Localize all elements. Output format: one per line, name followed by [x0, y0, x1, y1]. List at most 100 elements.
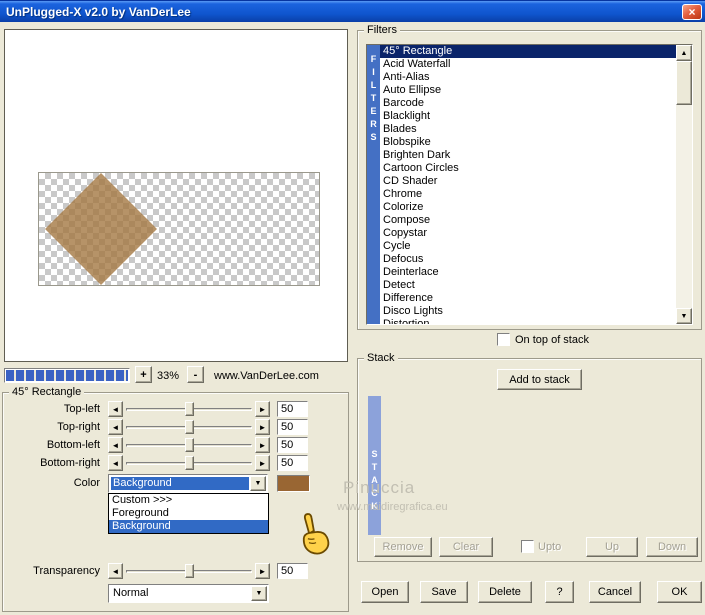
- save-label: Save: [431, 586, 457, 598]
- scroll-down-icon: ▼: [680, 312, 688, 320]
- filter-item[interactable]: Blobspike: [380, 136, 676, 149]
- filters-strip-letters: FILTERS: [367, 45, 380, 324]
- combo-dropdown-icon[interactable]: ▼: [250, 476, 266, 491]
- clear-button[interactable]: Clear: [439, 537, 493, 557]
- preview-image[interactable]: [38, 172, 320, 286]
- bottom-right-slider[interactable]: [124, 455, 254, 471]
- delete-label: Delete: [489, 586, 521, 598]
- vendor-website-link[interactable]: www.VanDerLee.com: [214, 370, 319, 382]
- bottom-right-value-field[interactable]: [277, 455, 308, 471]
- bottom-left-value-field[interactable]: [277, 437, 308, 453]
- filters-scrollbar[interactable]: ▲ ▼: [676, 45, 692, 324]
- ok-button[interactable]: OK: [657, 581, 702, 603]
- filter-item[interactable]: Distortion: [380, 318, 676, 324]
- bottom-right-decrement-button[interactable]: ◄: [108, 455, 123, 471]
- transparency-decrement-button[interactable]: ◄: [108, 563, 123, 579]
- filter-item[interactable]: Disco Lights: [380, 305, 676, 318]
- filter-item[interactable]: Compose: [380, 214, 676, 227]
- strip-letter: R: [370, 119, 377, 129]
- scrollbar-thumb[interactable]: [676, 61, 692, 105]
- filter-item[interactable]: Detect: [380, 279, 676, 292]
- top-left-value-field[interactable]: [277, 401, 308, 417]
- filter-item[interactable]: Cartoon Circles: [380, 162, 676, 175]
- top-left-slider[interactable]: [124, 401, 254, 417]
- add-to-stack-button[interactable]: Add to stack: [497, 369, 582, 390]
- bottom-left-increment-button[interactable]: ►: [255, 437, 270, 453]
- top-right-decrement-button[interactable]: ◄: [108, 419, 123, 435]
- color-option-background[interactable]: Background: [109, 520, 268, 533]
- slider-row-bottom-right: Bottom-right ◄ ►: [0, 455, 350, 472]
- cancel-button[interactable]: Cancel: [589, 581, 641, 603]
- progress-bar: [4, 368, 130, 383]
- slider-thumb[interactable]: [185, 438, 194, 452]
- remove-button[interactable]: Remove: [374, 537, 432, 557]
- save-button[interactable]: Save: [420, 581, 468, 603]
- upto-checkbox[interactable]: [521, 540, 534, 553]
- top-right-value-field[interactable]: [277, 419, 308, 435]
- filter-item[interactable]: Brighten Dark: [380, 149, 676, 162]
- transparency-increment-button[interactable]: ►: [255, 563, 270, 579]
- preview-panel[interactable]: [4, 29, 348, 362]
- slider-thumb[interactable]: [185, 420, 194, 434]
- color-option-foreground[interactable]: Foreground: [109, 507, 268, 520]
- down-button[interactable]: Down: [646, 537, 698, 557]
- strip-letter: E: [370, 106, 377, 116]
- filter-item[interactable]: Chrome: [380, 188, 676, 201]
- slider-thumb[interactable]: [185, 402, 194, 416]
- left-arrow-icon: ◄: [111, 566, 120, 576]
- scroll-up-icon: ▲: [680, 49, 688, 57]
- up-button[interactable]: Up: [586, 537, 638, 557]
- on-top-of-stack-checkbox[interactable]: [497, 333, 510, 346]
- filter-item[interactable]: Colorize: [380, 201, 676, 214]
- filter-item[interactable]: CD Shader: [380, 175, 676, 188]
- filter-item[interactable]: Copystar: [380, 227, 676, 240]
- top-left-label: Top-left: [63, 403, 100, 415]
- bottom-right-increment-button[interactable]: ►: [255, 455, 270, 471]
- color-options-list: Custom >>> Foreground Background: [108, 493, 269, 534]
- slider-thumb[interactable]: [185, 564, 194, 578]
- down-arrow-icon: ▼: [254, 480, 262, 487]
- close-button[interactable]: ×: [682, 4, 702, 20]
- titlebar[interactable]: UnPlugged-X v2.0 by VanDerLee ×: [0, 0, 705, 22]
- remove-label: Remove: [382, 541, 424, 553]
- filter-item[interactable]: Anti-Alias: [380, 71, 676, 84]
- top-right-increment-button[interactable]: ►: [255, 419, 270, 435]
- top-left-decrement-button[interactable]: ◄: [108, 401, 123, 417]
- filter-item[interactable]: Blacklight: [380, 110, 676, 123]
- pointing-hand-graphic: [293, 509, 333, 562]
- color-option-custom[interactable]: Custom >>>: [109, 494, 268, 507]
- right-arrow-icon: ►: [258, 566, 267, 576]
- help-button[interactable]: ?: [545, 581, 574, 603]
- filter-item[interactable]: Difference: [380, 292, 676, 305]
- top-right-slider[interactable]: [124, 419, 254, 435]
- bottom-left-decrement-button[interactable]: ◄: [108, 437, 123, 453]
- zoom-out-button[interactable]: -: [187, 366, 204, 383]
- zoom-in-button[interactable]: +: [135, 366, 152, 383]
- blend-mode-combobox[interactable]: Normal ▼: [108, 584, 269, 603]
- combo-dropdown-icon[interactable]: ▼: [251, 586, 267, 601]
- filter-item[interactable]: 45° Rectangle: [380, 45, 676, 58]
- filter-item[interactable]: Acid Waterfall: [380, 58, 676, 71]
- filter-item[interactable]: Barcode: [380, 97, 676, 110]
- color-swatch[interactable]: [277, 475, 310, 492]
- delete-button[interactable]: Delete: [478, 581, 532, 603]
- bottom-left-slider[interactable]: [124, 437, 254, 453]
- transparency-slider[interactable]: [124, 563, 254, 579]
- filter-item[interactable]: Auto Ellipse: [380, 84, 676, 97]
- clear-label: Clear: [452, 541, 480, 553]
- color-combobox[interactable]: Background ▼: [108, 474, 268, 493]
- filter-item[interactable]: Deinterlace: [380, 266, 676, 279]
- transparency-value-field[interactable]: [277, 563, 308, 579]
- open-button[interactable]: Open: [361, 581, 409, 603]
- top-right-label: Top-right: [57, 421, 100, 433]
- slider-thumb[interactable]: [185, 456, 194, 470]
- filter-item[interactable]: Blades: [380, 123, 676, 136]
- filter-item[interactable]: Cycle: [380, 240, 676, 253]
- left-arrow-icon: ◄: [111, 440, 120, 450]
- scroll-down-button[interactable]: ▼: [676, 308, 692, 324]
- left-arrow-icon: ◄: [111, 422, 120, 432]
- top-left-increment-button[interactable]: ►: [255, 401, 270, 417]
- filter-item[interactable]: Defocus: [380, 253, 676, 266]
- scroll-up-button[interactable]: ▲: [676, 45, 692, 61]
- open-label: Open: [371, 586, 399, 598]
